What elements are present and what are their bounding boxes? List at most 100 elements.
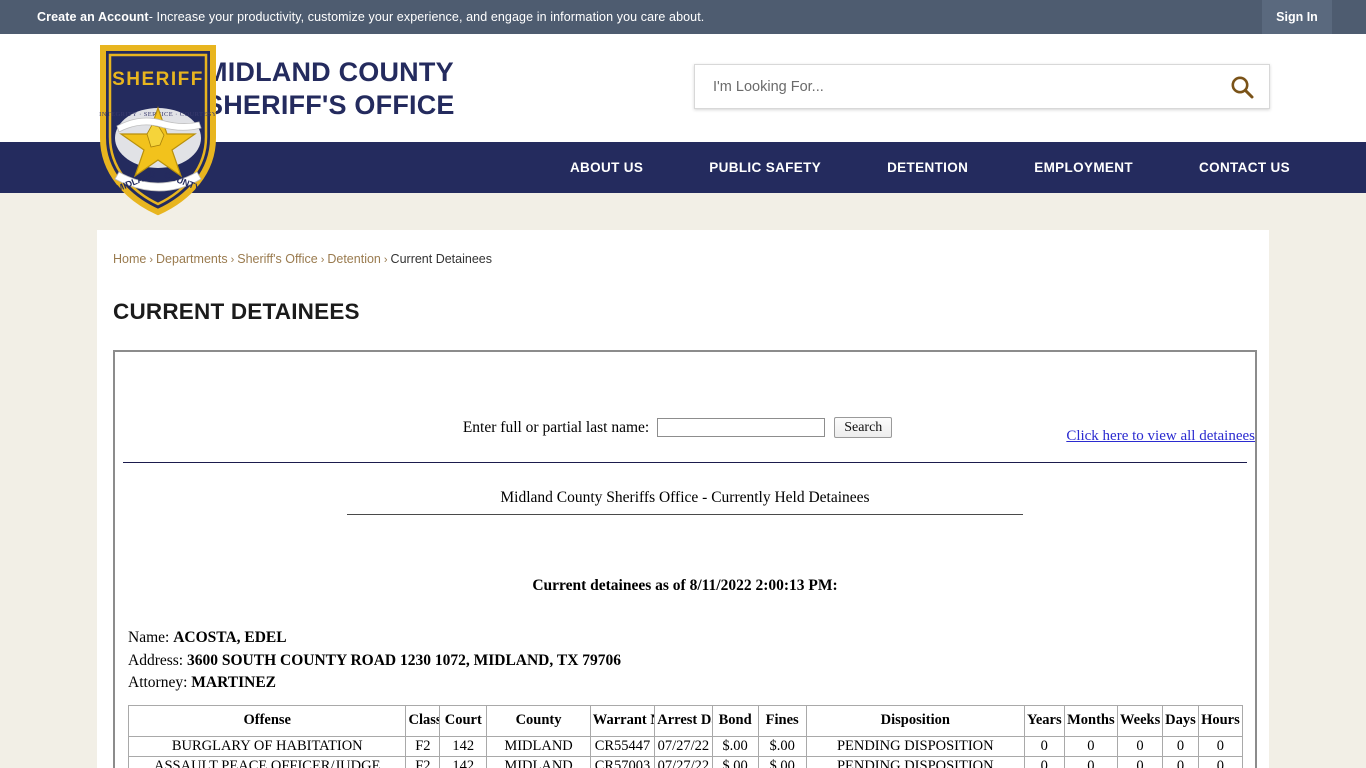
cell-county: MIDLAND: [486, 735, 591, 757]
nav-item-public-safety[interactable]: PUBLIC SAFETY: [709, 160, 821, 175]
table-row: ASSAULT PEACE OFFICER/JUDGE F2 142 MIDLA…: [127, 755, 1244, 768]
create-account-label: Create an Account: [37, 10, 149, 24]
module-divider: [123, 462, 1247, 463]
cell-days: 0: [1162, 755, 1199, 768]
cell-arrest-date: 07/27/22: [654, 755, 713, 768]
breadcrumb-separator: ›: [149, 254, 154, 266]
sheriff-badge-icon: SHERIFF INTEGRITY · SERVICE · COURTESY M…: [99, 45, 216, 216]
cell-hours: 0: [1197, 735, 1244, 757]
column-header-fines: Fines: [757, 704, 807, 737]
breadcrumb-item-current-detainees: Current Detainees: [390, 252, 492, 266]
nav-item-contact-us[interactable]: CONTACT US: [1199, 160, 1290, 175]
cell-offense: ASSAULT PEACE OFFICER/JUDGE: [127, 755, 407, 768]
cell-weeks: 0: [1116, 735, 1164, 757]
detainee-attorney-label: Attorney:: [128, 674, 188, 691]
top-utility-bar: Create an Account - Increase your produc…: [0, 0, 1366, 34]
page-body: Home › Departments › Sheriff's Office › Detent…: [0, 230, 1366, 768]
site-search-input[interactable]: [695, 78, 1215, 95]
cell-court: 142: [439, 755, 488, 768]
content-panel: Home › Departments › Sheriff's Office › Detent…: [97, 230, 1269, 768]
site-search-button[interactable]: [1215, 65, 1269, 108]
cell-years: 0: [1023, 735, 1065, 757]
detainee-search-button[interactable]: Search: [834, 417, 893, 438]
breadcrumb-item-sheriffs-office[interactable]: Sheriff's Office: [237, 252, 317, 266]
cell-warrant: CR55447: [589, 735, 656, 757]
cell-bond: $.00: [711, 755, 759, 768]
column-header-court: Court: [439, 704, 488, 737]
detainee-address-value: 3600 SOUTH COUNTY ROAD 1230 1072, MIDLAN…: [186, 651, 622, 669]
last-name-label: Enter full or partial last name:: [462, 418, 650, 436]
column-header-weeks: Weeks: [1116, 704, 1164, 737]
nav-item-about-us[interactable]: ABOUT US: [570, 160, 643, 175]
column-header-class: Class: [405, 704, 441, 737]
breadcrumb-separator: ›: [383, 254, 388, 266]
offense-table-header-row: Offense Class Court County Warrant Numbe…: [127, 704, 1244, 737]
breadcrumb-separator: ›: [230, 254, 235, 266]
as-of-timestamp: Current detainees as of 8/11/2022 2:00:1…: [532, 577, 838, 594]
breadcrumb-separator: ›: [320, 254, 325, 266]
masthead: SHERIFF INTEGRITY · SERVICE · COURTESY M…: [0, 34, 1366, 216]
cell-years: 0: [1023, 755, 1065, 768]
module-heading-underline: [347, 514, 1023, 515]
cell-months: 0: [1063, 755, 1118, 768]
page-title: CURRENT DETAINEES: [113, 299, 360, 324]
detainee-record: Name: ACOSTA, EDEL Address: 3600 SOUTH C…: [128, 627, 1255, 695]
cell-months: 0: [1063, 735, 1118, 757]
cell-county: MIDLAND: [486, 755, 591, 768]
column-header-offense: Offense: [127, 704, 407, 737]
cell-disposition: PENDING DISPOSITION: [805, 755, 1025, 768]
column-header-county: County: [486, 704, 591, 737]
column-header-warrant-number: Warrant Number: [589, 704, 656, 737]
cell-arrest-date: 07/27/22: [654, 735, 713, 757]
site-title-line2: SHERIFF'S OFFICE: [205, 90, 455, 120]
search-icon: [1231, 76, 1254, 98]
detainee-name-label: Name:: [128, 629, 170, 646]
cell-bond: $.00: [711, 735, 759, 757]
breadcrumb-item-departments[interactable]: Departments: [156, 252, 228, 266]
table-row: BURGLARY OF HABITATION F2 142 MIDLAND CR…: [127, 735, 1244, 757]
breadcrumb-item-detention[interactable]: Detention: [327, 252, 381, 266]
column-header-hours: Hours: [1197, 704, 1244, 737]
site-search: [694, 64, 1270, 109]
module-heading: Midland County Sheriffs Office - Current…: [500, 489, 870, 506]
svg-text:SHERIFF: SHERIFF: [112, 69, 204, 90]
site-title[interactable]: MIDLAND COUNTY SHERIFF'S OFFICE: [205, 56, 455, 122]
column-header-days: Days: [1162, 704, 1199, 737]
nav-item-detention[interactable]: DETENTION: [887, 160, 968, 175]
detainee-search-module: Enter full or partial last name: Search …: [113, 350, 1257, 768]
column-header-disposition: Disposition: [805, 704, 1025, 737]
cell-weeks: 0: [1116, 755, 1164, 768]
column-header-arrest-date: Arrest Date: [654, 704, 713, 737]
create-account-description: - Increase your productivity, customize …: [148, 10, 705, 24]
breadcrumb-item-home[interactable]: Home: [113, 252, 146, 266]
detainee-name-value: ACOSTA, EDEL: [173, 629, 287, 646]
cell-hours: 0: [1197, 755, 1244, 768]
detainee-address-line: Address: 3600 SOUTH COUNTY ROAD 1230 107…: [128, 650, 1255, 673]
column-header-months: Months: [1063, 704, 1118, 737]
cell-court: 142: [439, 735, 488, 757]
cell-days: 0: [1162, 735, 1199, 757]
cell-warrant: CR57003: [589, 755, 656, 768]
detainee-name-line: Name: ACOSTA, EDEL: [128, 627, 1255, 650]
detainee-attorney-value: MARTINEZ: [191, 674, 276, 691]
detainee-search-row: Enter full or partial last name: Search …: [115, 352, 1255, 445]
offense-table: Offense Class Court County Warrant Numbe…: [127, 704, 1244, 768]
cell-disposition: PENDING DISPOSITION: [805, 735, 1025, 757]
sign-in-button[interactable]: Sign In: [1262, 0, 1332, 34]
detainee-address-label: Address:: [128, 651, 184, 669]
view-all-detainees-link[interactable]: Click here to view all detainees: [1066, 428, 1255, 445]
detainee-attorney-line: Attorney: MARTINEZ: [128, 672, 1255, 695]
cell-fines: $.00: [757, 735, 807, 757]
create-account-promo[interactable]: Create an Account - Increase your produc…: [0, 0, 704, 34]
cell-class: F2: [405, 735, 441, 757]
site-title-line1: MIDLAND COUNTY: [205, 57, 454, 87]
breadcrumb: Home › Departments › Sheriff's Office › Detent…: [97, 252, 1269, 266]
cell-offense: BURGLARY OF HABITATION: [127, 735, 407, 757]
cell-fines: $.00: [757, 755, 807, 768]
column-header-years: Years: [1023, 704, 1065, 737]
sheriff-badge-logo[interactable]: SHERIFF INTEGRITY · SERVICE · COURTESY M…: [97, 42, 219, 220]
column-header-bond: Bond: [711, 704, 759, 737]
nav-item-employment[interactable]: EMPLOYMENT: [1034, 160, 1133, 175]
last-name-input[interactable]: [657, 418, 826, 437]
cell-class: F2: [405, 755, 441, 768]
